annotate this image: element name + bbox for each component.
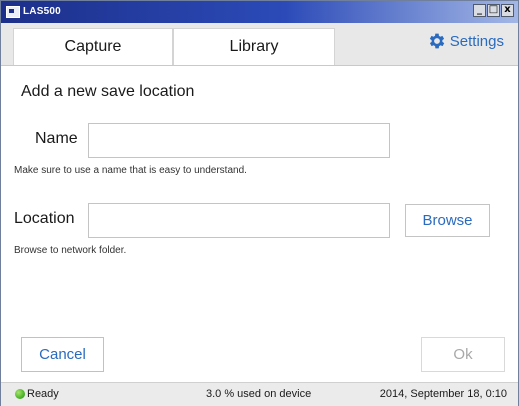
name-hint: Make sure to use a name that is easy to … xyxy=(14,165,247,176)
tab-library[interactable]: Library xyxy=(173,28,335,65)
cancel-button[interactable]: Cancel xyxy=(21,337,104,372)
name-label: Name xyxy=(35,130,78,147)
window-title: LAS500 xyxy=(23,6,61,17)
ok-button[interactable]: Ok xyxy=(421,337,505,372)
tab-capture[interactable]: Capture xyxy=(13,28,173,65)
maximize-button[interactable]: □ xyxy=(487,4,500,17)
status-bar: Ready 3.0 % used on device 2014, Septemb… xyxy=(1,382,518,406)
window-controls: _ □ x xyxy=(473,4,514,17)
tab-bar: Capture Library Settings xyxy=(1,23,518,66)
name-field[interactable] xyxy=(88,123,390,158)
minimize-button[interactable]: _ xyxy=(473,4,486,17)
page-title: Add a new save location xyxy=(21,83,195,100)
app-icon xyxy=(6,6,20,18)
location-hint: Browse to network folder. xyxy=(14,245,127,256)
app-window: LAS500 _ □ x Capture Library Settings Ad… xyxy=(0,0,519,406)
location-field[interactable] xyxy=(88,203,390,238)
title-bar[interactable]: LAS500 _ □ x xyxy=(1,1,518,23)
browse-button[interactable]: Browse xyxy=(405,204,490,237)
status-datetime: 2014, September 18, 0:10 xyxy=(379,388,507,400)
status-indicator: Ready xyxy=(15,388,59,400)
save-location-form: Add a new save location Name Make sure t… xyxy=(1,66,518,382)
location-label: Location xyxy=(14,210,75,227)
status-ready-icon xyxy=(15,389,25,399)
settings-button[interactable]: Settings xyxy=(427,31,504,51)
settings-label: Settings xyxy=(449,32,504,50)
device-usage: 3.0 % used on device xyxy=(206,388,312,400)
status-text: Ready xyxy=(27,388,59,400)
gear-icon xyxy=(427,31,447,51)
close-button[interactable]: x xyxy=(501,4,514,17)
